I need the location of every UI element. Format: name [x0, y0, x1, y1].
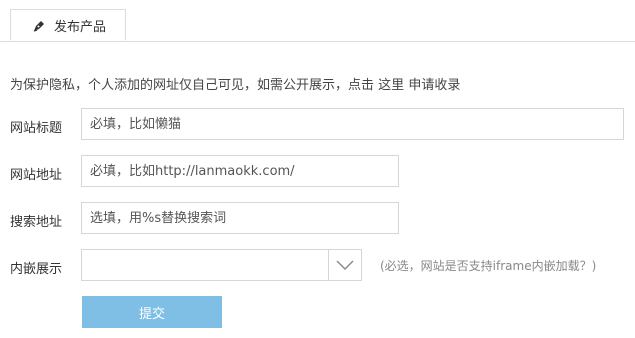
- tab-publish-product[interactable]: 发布产品: [10, 9, 126, 41]
- embed-hint: (必选，网站是否支持iframe内嵌加载？): [380, 259, 597, 273]
- pen-icon: [32, 18, 46, 32]
- site-title-label: 网站标题: [10, 121, 63, 136]
- chevron-down-icon[interactable]: [328, 250, 361, 280]
- search-url-label: 搜索地址: [10, 215, 63, 230]
- search-url-input[interactable]: [81, 202, 399, 234]
- site-url-label: 网站地址: [10, 168, 63, 183]
- embed-select[interactable]: [81, 249, 362, 281]
- embed-label: 内嵌展示: [10, 262, 63, 277]
- tab-divider: [0, 41, 635, 42]
- submit-button[interactable]: 提交: [82, 296, 222, 328]
- notice-text: 为保护隐私，个人添加的网址仅自己可见，如需公开展示，点击: [10, 78, 375, 93]
- apply-link[interactable]: 这里: [378, 78, 404, 93]
- site-url-input[interactable]: [81, 155, 399, 187]
- tab-bar: 发布产品: [0, 0, 635, 42]
- site-title-input[interactable]: [81, 108, 624, 140]
- privacy-notice: 为保护隐私，个人添加的网址仅自己可见，如需公开展示，点击 这里 申请收录: [10, 74, 460, 93]
- publish-product-page: 发布产品 为保护隐私，个人添加的网址仅自己可见，如需公开展示，点击 这里 申请收…: [0, 0, 635, 338]
- notice-suffix: 申请收录: [408, 78, 461, 93]
- tab-label: 发布产品: [54, 19, 107, 35]
